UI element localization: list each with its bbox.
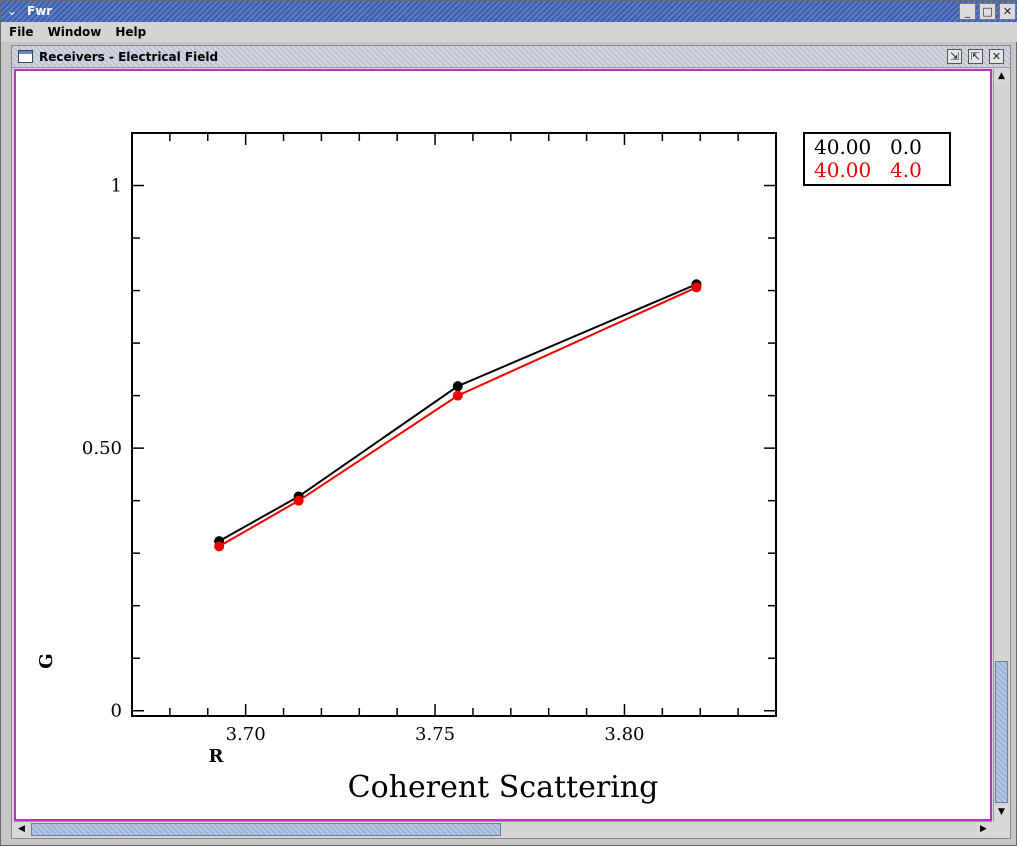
chevron-down-icon[interactable]: ⌄ [3,3,21,20]
menu-help[interactable]: Help [115,25,146,39]
maximize-frame-button[interactable]: ⇱ [968,49,983,64]
iconify-button[interactable]: ⇲ [947,49,962,64]
chart-title: Coherent Scattering [348,770,659,805]
y-tick-label: 0 [111,701,122,722]
menu-window[interactable]: Window [48,25,102,39]
maximize-button[interactable]: □ [979,3,996,20]
scroll-up-icon[interactable]: ▲ [994,69,1009,84]
close-button[interactable]: ✕ [999,3,1016,20]
x-tick-label: 3.70 [226,724,266,745]
y-tick-label: 1 [111,176,122,197]
legend-entry-offset: 0.0 [890,135,922,159]
series-line [218,286,697,548]
data-point [452,390,463,401]
x-tick-label: 3.80 [604,724,644,745]
title-bar[interactable]: ⌄ Fwr _ □ ✕ [1,1,1017,22]
plot-frame [131,132,777,717]
scroll-right-icon[interactable]: ▶ [976,822,991,837]
window-title: Fwr [27,4,53,18]
close-frame-button[interactable]: ✕ [989,49,1004,64]
menu-file[interactable]: File [9,25,34,39]
series-line [218,283,697,542]
legend-entry-offset: 4.0 [890,158,922,182]
window-icon [18,50,33,63]
scroll-left-icon[interactable]: ◀ [14,822,29,837]
plot-canvas: 3.70 3.75 3.80 0 0.50 1 R G Coherent Scattering 4… [14,69,992,821]
minimize-button[interactable]: _ [959,3,976,20]
data-point [691,282,702,293]
horizontal-scrollbar[interactable]: ◀ ▶ [14,821,992,837]
internal-frame-title: Receivers - Electrical Field [39,50,219,64]
legend-entry-value: 40.00 [814,158,871,182]
vertical-scrollbar[interactable]: ▲ ▼ [993,69,1009,821]
data-point [293,495,304,506]
legend-entry-value: 40.00 [814,135,871,159]
horizontal-scroll-thumb[interactable] [31,823,501,836]
app-window: ⌄ Fwr _ □ ✕ File Window Help Receivers -… [0,0,1017,846]
x-tick-label: 3.75 [415,724,455,745]
data-point [452,381,463,392]
internal-frame-title-bar[interactable]: Receivers - Electrical Field ⇲ ⇱ ✕ [12,46,1010,68]
line-chart: 3.70 3.75 3.80 0 0.50 1 R G Coherent Scattering 4… [36,132,951,805]
scroll-down-icon[interactable]: ▼ [994,805,1009,820]
y-tick-label: 0.50 [82,438,122,459]
data-point [214,541,225,552]
menu-bar: File Window Help [1,22,1017,42]
y-axis-label: G [36,653,57,668]
x-axis-label: R [209,746,225,767]
vertical-scroll-thumb[interactable] [995,661,1008,803]
internal-frame: Receivers - Electrical Field ⇲ ⇱ ✕ 3.70 3… [11,45,1011,839]
